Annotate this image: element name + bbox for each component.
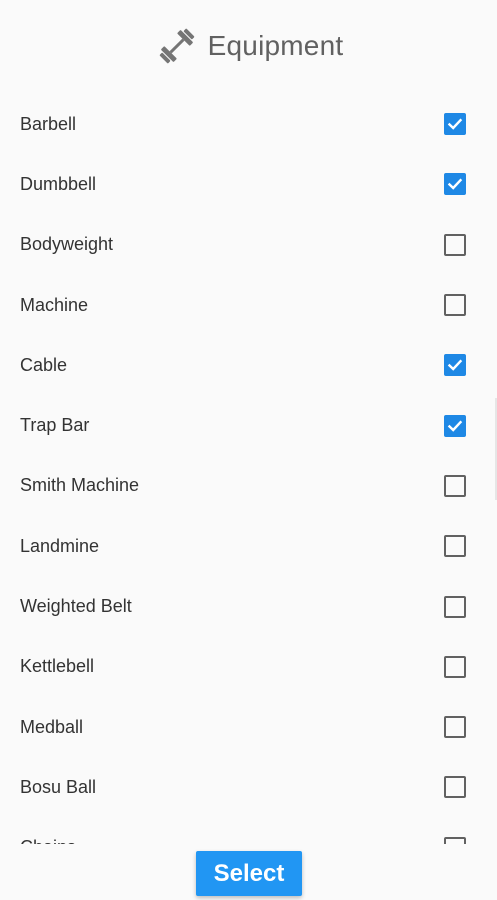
list-item[interactable]: Smith Machine	[0, 456, 497, 516]
equipment-list: Barbell Dumbbell Bodyweight Machine Cable Tra…	[0, 94, 497, 844]
list-item[interactable]: Trap Bar	[0, 395, 497, 455]
item-label: Medball	[20, 716, 84, 737]
list-item[interactable]: Medball	[0, 697, 497, 757]
equipment-checkbox[interactable]	[444, 836, 466, 844]
equipment-checkbox[interactable]	[444, 113, 466, 136]
list-item[interactable]: Bodyweight	[0, 215, 497, 275]
dialog-header: Equipment	[0, 18, 497, 74]
checkmark-icon	[447, 178, 463, 191]
equipment-checkbox[interactable]	[444, 233, 466, 256]
equipment-checkbox[interactable]	[444, 655, 466, 678]
item-label: Smith Machine	[20, 475, 140, 496]
select-button[interactable]: Select	[196, 851, 302, 896]
list-item[interactable]: Landmine	[0, 516, 497, 576]
dumbbell-icon	[154, 23, 200, 69]
list-item[interactable]: Machine	[0, 275, 497, 335]
checkmark-icon	[447, 420, 463, 432]
equipment-checkbox[interactable]	[444, 474, 466, 497]
equipment-checkbox[interactable]	[444, 173, 466, 196]
item-label: Weighted Belt	[20, 596, 132, 617]
equipment-checkbox[interactable]	[444, 354, 466, 377]
item-label: Chains	[20, 837, 76, 844]
list-item[interactable]: Bosu Ball	[0, 757, 497, 817]
item-label: Dumbbell	[20, 173, 97, 194]
equipment-checkbox[interactable]	[444, 595, 466, 618]
equipment-checkbox[interactable]	[444, 535, 466, 558]
equipment-checkbox[interactable]	[444, 414, 466, 437]
equipment-list-viewport[interactable]: Barbell Dumbbell Bodyweight Machine Cable Tra…	[0, 94, 497, 844]
list-item[interactable]: Kettlebell	[0, 637, 497, 697]
item-label: Trap Bar	[20, 415, 90, 436]
equipment-checkbox[interactable]	[444, 294, 466, 317]
item-label: Machine	[20, 294, 89, 315]
checkmark-icon	[447, 118, 463, 130]
equipment-checkbox[interactable]	[444, 716, 466, 739]
equipment-checkbox[interactable]	[444, 776, 466, 799]
item-label: Barbell	[20, 113, 77, 134]
item-label: Bodyweight	[20, 234, 114, 255]
list-item[interactable]: Dumbbell	[0, 154, 497, 214]
item-label: Bosu Ball	[20, 776, 97, 797]
list-item[interactable]: Chains	[0, 818, 497, 844]
list-item[interactable]: Cable	[0, 335, 497, 395]
list-item[interactable]: Weighted Belt	[0, 576, 497, 636]
item-label: Landmine	[20, 535, 100, 556]
dialog-title: Equipment	[207, 30, 344, 61]
item-label: Kettlebell	[20, 656, 95, 677]
item-label: Cable	[20, 354, 68, 375]
checkmark-icon	[447, 359, 463, 372]
equipment-dialog: Equipment Barbell Dumbbell Bodyweight Machi…	[0, 0, 497, 900]
list-item[interactable]: Barbell	[0, 94, 497, 154]
